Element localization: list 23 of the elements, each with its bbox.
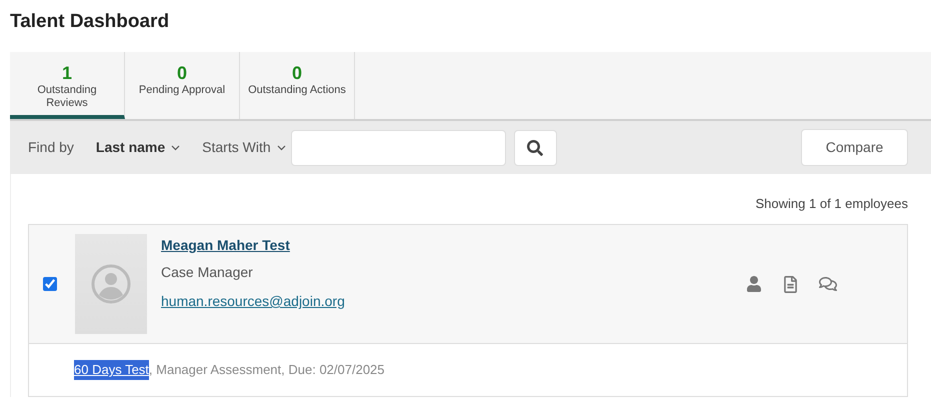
match-dropdown[interactable]: Starts With <box>202 137 286 158</box>
find-by-label: Find by <box>28 138 74 157</box>
email-link[interactable]: human.resources@adjoin.org <box>161 291 345 312</box>
compare-button[interactable]: Compare <box>801 129 908 166</box>
task-details: , Manager Assessment, Due: 02/07/2025 <box>148 361 385 380</box>
result-count: Showing 1 of 1 employees <box>756 195 908 213</box>
document-icon[interactable] <box>782 276 799 292</box>
profile-icon[interactable] <box>746 276 762 292</box>
task-link[interactable]: 60 Days Test <box>74 360 149 380</box>
field-dropdown[interactable]: Last name <box>96 137 180 158</box>
summary-tab[interactable]: 0 Outstanding Actions <box>240 52 355 119</box>
comments-icon[interactable] <box>819 275 837 293</box>
user-avatar-icon <box>91 264 131 304</box>
chevron-down-icon <box>171 144 180 150</box>
chevron-down-icon <box>276 144 286 150</box>
employee-checkbox[interactable] <box>43 277 57 291</box>
employee-name-link[interactable]: Meagan Maher Test <box>161 235 290 256</box>
page-title: Talent Dashboard <box>10 10 170 34</box>
job-title: Case Manager <box>161 263 253 282</box>
search-button[interactable] <box>514 130 557 166</box>
search-field[interactable] <box>290 130 506 166</box>
summary-tab[interactable]: 0 Pending Approval <box>125 52 240 119</box>
search-icon <box>527 140 544 156</box>
